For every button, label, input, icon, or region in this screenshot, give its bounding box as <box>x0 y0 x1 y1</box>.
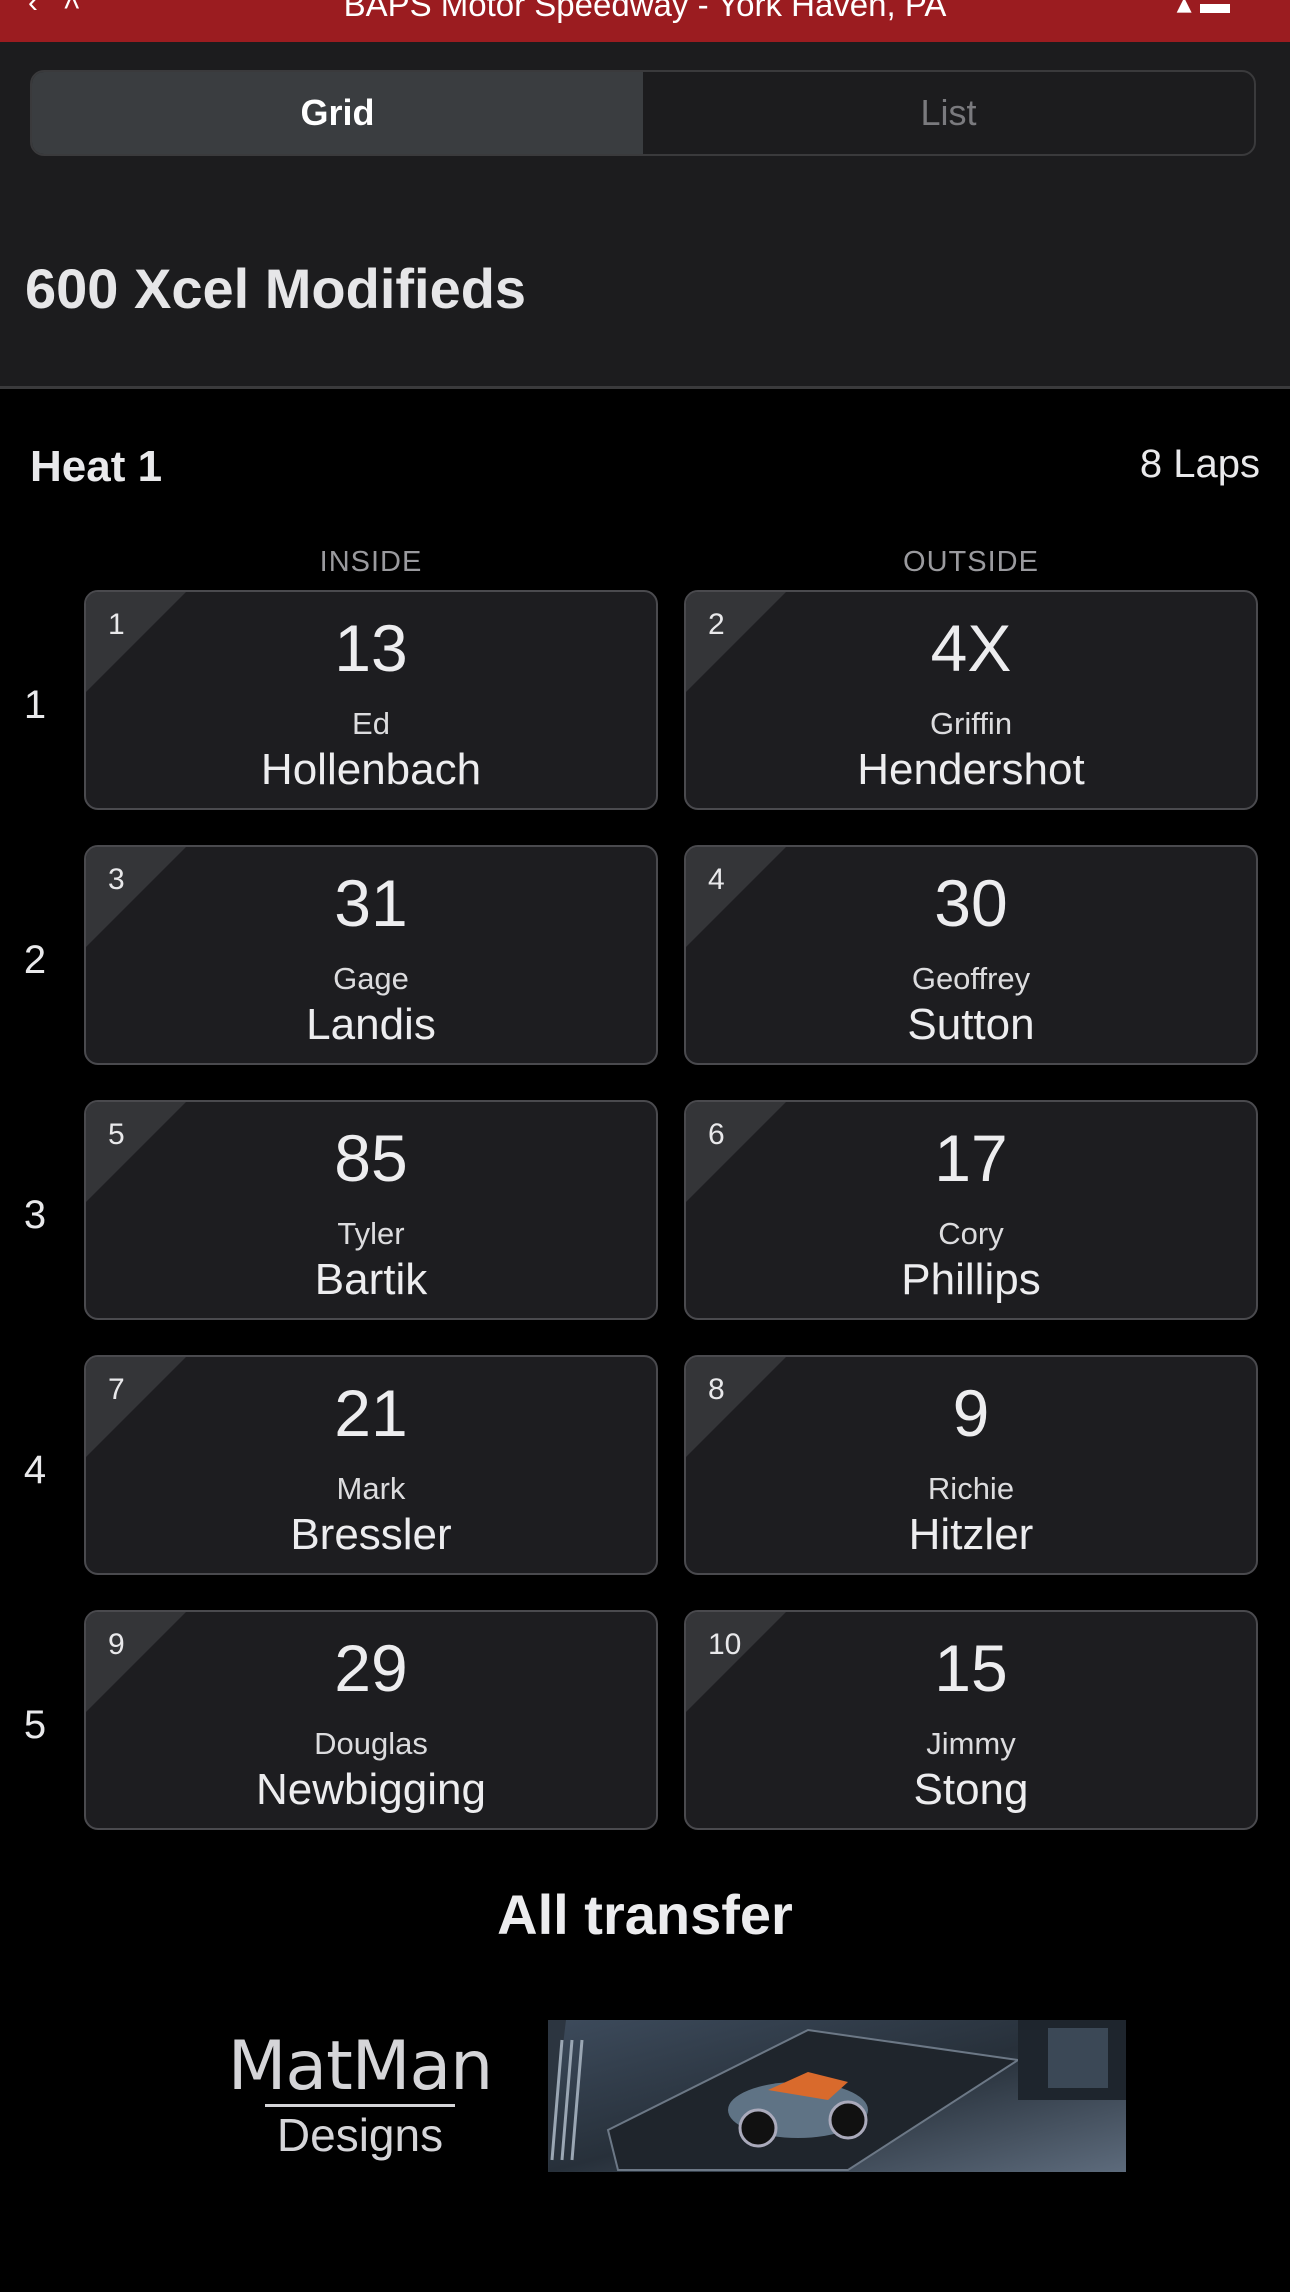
outside-column-header: OUTSIDE <box>903 546 1039 578</box>
driver-card[interactable]: 9 29 Douglas Newbigging <box>84 1610 658 1830</box>
sponsor-logo: MatMan Designs <box>220 2027 500 2161</box>
sponsor-banner[interactable]: MatMan Designs <box>220 2020 1126 2172</box>
heat-laps: 8 Laps <box>1139 442 1260 486</box>
driver-first-name: Cory <box>938 1216 1004 1251</box>
driver-card[interactable]: 10 15 Jimmy Stong <box>684 1610 1258 1830</box>
driver-last-name: Sutton <box>907 1000 1035 1049</box>
tab-grid[interactable]: Grid <box>32 72 643 154</box>
car-number: 30 <box>934 866 1008 940</box>
row-number: 2 <box>23 938 47 982</box>
driver-last-name: Bartik <box>314 1255 428 1304</box>
driver-last-name: Phillips <box>901 1255 1041 1304</box>
driver-first-name: Tyler <box>337 1216 405 1251</box>
driver-card[interactable]: 5 85 Tyler Bartik <box>84 1100 658 1320</box>
share-icon[interactable]: ▴ ▬ <box>1177 0 1230 21</box>
driver-first-name: Richie <box>927 1471 1015 1506</box>
driver-first-name: Douglas <box>314 1726 428 1761</box>
driver-card[interactable]: 3 31 Gage Landis <box>84 845 658 1065</box>
driver-first-name: Ed <box>352 706 390 741</box>
row-number: 3 <box>23 1193 47 1237</box>
driver-last-name: Landis <box>306 1000 436 1049</box>
car-number: 29 <box>334 1631 408 1705</box>
row-number: 4 <box>23 1448 47 1492</box>
sponsor-brand-subtitle: Designs <box>276 2109 444 2161</box>
venue-title: BAPS Motor Speedway - York Haven, PA <box>343 0 947 23</box>
driver-card[interactable]: 7 21 Mark Bressler <box>84 1355 658 1575</box>
driver-first-name: Gage <box>333 961 409 996</box>
car-number: 13 <box>334 611 408 685</box>
inside-column-header: INSIDE <box>319 546 423 578</box>
app-header-bar: ‹ ˄ BAPS Motor Speedway - York Haven, PA… <box>0 0 1290 42</box>
class-title: 600 Xcel Modifieds <box>25 257 527 320</box>
driver-last-name: Hitzler <box>908 1510 1034 1559</box>
tab-list[interactable]: List <box>643 72 1254 154</box>
driver-last-name: Stong <box>913 1765 1029 1814</box>
driver-first-name: Griffin <box>929 706 1013 741</box>
driver-first-name: Geoffrey <box>911 961 1031 996</box>
driver-card[interactable]: 6 17 Cory Phillips <box>684 1100 1258 1320</box>
driver-card[interactable]: 8 9 Richie Hitzler <box>684 1355 1258 1575</box>
car-number: 9 <box>952 1376 990 1450</box>
driver-card[interactable]: 2 4X Griffin Hendershot <box>684 590 1258 810</box>
driver-card[interactable]: 1 13 Ed Hollenbach <box>84 590 658 810</box>
driver-last-name: Bressler <box>290 1510 452 1559</box>
transfer-note: All transfer <box>497 1883 793 1946</box>
event-header: Grid List 600 Xcel Modifieds <box>0 42 1290 389</box>
driver-first-name: Mark <box>336 1471 406 1506</box>
car-number: 15 <box>934 1631 1008 1705</box>
car-number: 85 <box>334 1121 408 1195</box>
car-number: 4X <box>930 611 1012 685</box>
driver-last-name: Hendershot <box>857 745 1085 794</box>
car-number: 21 <box>334 1376 408 1450</box>
view-toggle: Grid List <box>30 70 1256 156</box>
row-number: 5 <box>23 1703 47 1747</box>
car-number: 31 <box>334 866 408 940</box>
sponsor-floor-mat-image <box>548 2020 1126 2172</box>
driver-card[interactable]: 4 30 Geoffrey Sutton <box>684 845 1258 1065</box>
row-number: 1 <box>23 683 47 727</box>
driver-last-name: Newbigging <box>256 1765 486 1814</box>
sponsor-brand-name: MatMan <box>227 2027 493 2106</box>
driver-last-name: Hollenbach <box>260 745 482 794</box>
car-number: 17 <box>934 1121 1008 1195</box>
heat-title: Heat 1 <box>30 442 163 491</box>
driver-first-name: Jimmy <box>926 1726 1016 1761</box>
